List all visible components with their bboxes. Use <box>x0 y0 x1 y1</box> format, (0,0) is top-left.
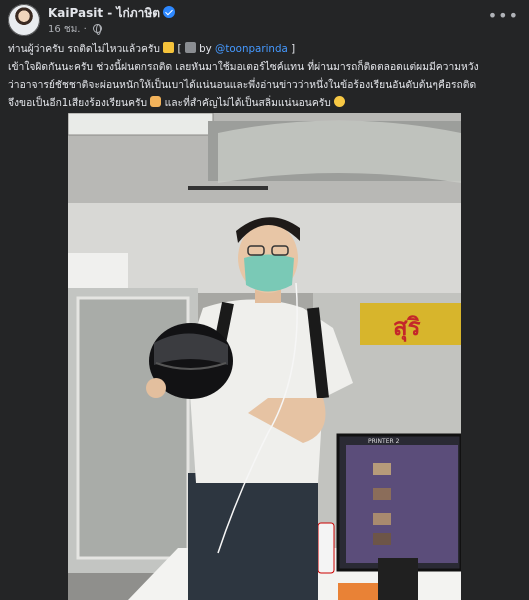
caption-line-1: ท่านผู้ว่าครับ รถติดไม่ไหวแล้วครับ [ by … <box>8 42 296 55</box>
author-name-row: KaiPasit - ไก่ภาษิต <box>48 4 176 23</box>
post-caption: ท่านผู้ว่าครับ รถติดไม่ไหวแล้วครับ [ by … <box>8 40 523 112</box>
caption-line-3: ว่าอาจารย์ชัชชาติจะผ่อนหนักให้เป็นเบาได้… <box>8 79 477 91</box>
post-photo[interactable]: สุริ PRINTER 2 <box>68 113 461 600</box>
sign-text: สุริ <box>393 313 421 343</box>
verified-badge-icon <box>163 6 176 18</box>
author-name[interactable]: KaiPasit - ไก่ภาษิต <box>48 6 160 20</box>
caption-line-2: เข้าใจผิดกันนะครับ ช่วงนี้ฝนตกรถติด เลยห… <box>8 61 479 73</box>
author-avatar[interactable] <box>8 4 40 36</box>
globe-icon <box>93 24 103 35</box>
more-horizontal-icon[interactable]: ••• <box>488 6 519 25</box>
facebook-post: KaiPasit - ไก่ภาษิต 16 ชม. · ••• ท่านผู้… <box>0 0 529 600</box>
smile-emoji-icon <box>334 96 346 107</box>
camera-emoji-icon <box>184 42 196 53</box>
post-header: KaiPasit - ไก่ภาษิต 16 ชม. · ••• <box>0 0 529 40</box>
caption-line-4: จึงขอเป็นอีก1เสียงร้องเรียนครับ และที่สำ… <box>8 94 523 112</box>
motorcycle-emoji-icon <box>163 42 175 53</box>
photo-illustration: สุริ PRINTER 2 <box>68 113 461 600</box>
monitor-label: PRINTER 2 <box>368 438 400 445</box>
pray-emoji-icon <box>150 96 162 107</box>
post-meta: 16 ชม. · <box>48 22 103 37</box>
post-time[interactable]: 16 ชม. <box>48 24 80 35</box>
mention-link[interactable]: @toonparinda <box>215 43 288 55</box>
